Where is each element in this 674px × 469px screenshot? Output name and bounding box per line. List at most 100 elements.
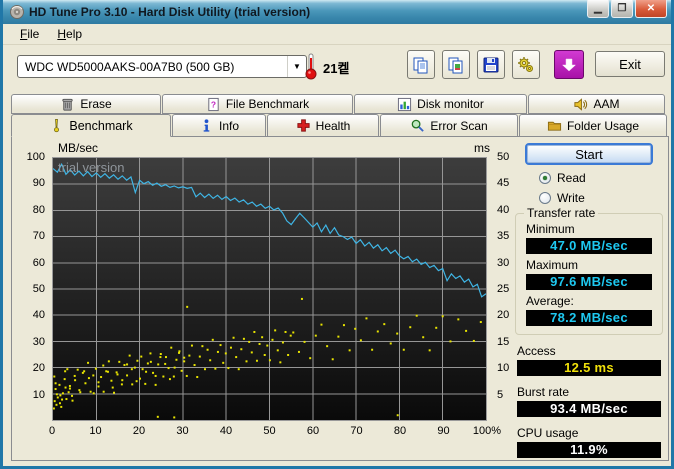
copy-text-icon <box>412 56 430 74</box>
minimum-value: 47.0 MB/sec <box>526 238 652 254</box>
minimize-button[interactable]: ▁ <box>587 0 609 18</box>
folder-icon <box>547 118 562 133</box>
copy-image-button[interactable] <box>442 50 470 79</box>
tab-erase[interactable]: Erase <box>11 94 161 114</box>
update-button[interactable] <box>554 50 584 79</box>
tab-health[interactable]: Health <box>267 114 379 137</box>
axis-tick-label: 35 <box>497 230 509 243</box>
axis-tick-label: 20 <box>497 309 509 322</box>
benchmark-panel: MB/sec ms 100908070605040302010 50454035… <box>11 136 669 461</box>
axis-tick-label: 70 <box>350 425 362 438</box>
axis-tick-label: 20 <box>133 425 145 438</box>
bar-chart-icon <box>397 97 412 112</box>
axis-tick-label: 100% <box>473 425 501 438</box>
axis-tick-label: 10 <box>497 362 509 375</box>
axis-tick-label: 0 <box>49 425 55 438</box>
tab-info[interactable]: Info <box>172 114 266 137</box>
tab-disk-monitor-label: Disk monitor <box>417 97 484 111</box>
down-arrow-icon <box>561 57 577 73</box>
tab-benchmark[interactable]: Benchmark <box>11 114 171 137</box>
file-question-icon: ? <box>206 97 221 112</box>
svg-text:?: ? <box>211 99 216 109</box>
write-radio-row[interactable]: Write <box>539 191 665 205</box>
access-label: Access <box>517 344 661 358</box>
minimum-label: Minimum <box>526 222 588 236</box>
axis-tick-label: 40 <box>220 425 232 438</box>
read-label: Read <box>557 171 586 185</box>
tab-erase-label: Erase <box>80 97 111 111</box>
cpu-usage-value: 11.9% <box>517 442 661 458</box>
axis-tick-label: 90 <box>12 177 45 190</box>
axis-tick-label: 50 <box>263 425 275 438</box>
transfer-rate-group: Transfer rate Minimum 47.0 MB/sec Maximu… <box>515 213 663 335</box>
options-button[interactable] <box>512 50 540 79</box>
write-label: Write <box>557 191 585 205</box>
burst-rate-label: Burst rate <box>517 385 661 399</box>
speaker-icon <box>573 97 588 112</box>
maximum-label: Maximum <box>526 258 588 272</box>
axis-tick-label: 50 <box>12 283 45 296</box>
average-label: Average: <box>526 294 652 308</box>
axis-tick-label: 20 <box>12 362 45 375</box>
axis-tick-label: 100 <box>12 151 45 164</box>
axis-tick-label: 10 <box>89 425 101 438</box>
axis-tick-label: 70 <box>12 230 45 243</box>
drive-select[interactable]: WDC WD5000AAKS-00A7B0 (500 GB) ▼ <box>17 55 307 78</box>
read-radio[interactable] <box>539 172 551 184</box>
maximize-button[interactable]: ❒ <box>611 0 633 18</box>
axis-tick-label: 30 <box>497 257 509 270</box>
access-value: 12.5 ms <box>517 360 661 376</box>
write-radio[interactable] <box>539 192 551 204</box>
save-button[interactable] <box>477 50 505 79</box>
tab-info-label: Info <box>219 119 239 133</box>
tab-error-scan[interactable]: Error Scan <box>380 114 518 137</box>
tab-aam[interactable]: AAM <box>528 94 665 114</box>
chart-canvas <box>53 158 486 420</box>
start-button[interactable]: Start <box>525 143 653 165</box>
titlebar: HD Tune Pro 3.10 - Hard Disk Utility (tr… <box>3 0 671 24</box>
benchmark-chart: trial version <box>52 157 487 421</box>
tab-file-benchmark[interactable]: ? File Benchmark <box>162 94 353 114</box>
y-left-axis-label: MB/sec <box>58 141 98 155</box>
tab-row-2: Benchmark Info Health Error Scan <box>11 114 668 137</box>
x-tick-labels: 0102030405060708090100% <box>52 425 497 441</box>
tab-folder-usage-label: Folder Usage <box>567 119 639 133</box>
exit-label: Exit <box>619 57 641 72</box>
menubar: File Help <box>3 24 671 45</box>
temperature-value: 21켙 <box>323 58 349 77</box>
tab-row-1: Erase ? File Benchmark Disk monitor AAM <box>11 94 666 114</box>
menu-help[interactable]: Help <box>48 25 91 43</box>
drive-select-value: WDC WD5000AAKS-00A7B0 (500 GB) <box>18 60 287 74</box>
close-button[interactable]: ✕ <box>635 0 667 18</box>
axis-tick-label: 30 <box>176 425 188 438</box>
axis-tick-label: 5 <box>497 389 503 402</box>
axis-tick-label: 25 <box>497 283 509 296</box>
maximum-value: 97.6 MB/sec <box>526 274 652 290</box>
gauge-icon <box>49 118 64 133</box>
extra-metrics: Access 12.5 ms Burst rate 93.4 MB/sec CP… <box>515 344 663 458</box>
tab-aam-label: AAM <box>593 97 619 111</box>
side-panel: Start Read Write Transfer rate Minimum 4… <box>509 137 667 462</box>
thermometer-icon <box>304 52 318 80</box>
exit-button[interactable]: Exit <box>595 51 665 77</box>
window-title: HD Tune Pro 3.10 - Hard Disk Utility (tr… <box>29 5 310 19</box>
axis-tick-label: 90 <box>437 425 449 438</box>
axis-tick-label: 80 <box>12 204 45 217</box>
toolbar: WDC WD5000AAKS-00A7B0 (500 GB) ▼ 21켙 <box>3 45 671 87</box>
save-icon <box>482 56 500 74</box>
copy-text-button[interactable] <box>407 50 435 79</box>
axis-tick-label: 10 <box>12 389 45 402</box>
read-radio-row[interactable]: Read <box>539 171 665 185</box>
tab-health-label: Health <box>316 119 351 133</box>
y-right-axis-label: ms <box>474 141 490 155</box>
red-cross-icon <box>296 118 311 133</box>
tab-disk-monitor[interactable]: Disk monitor <box>354 94 527 114</box>
menu-file[interactable]: File <box>11 25 48 43</box>
access-time-dots <box>53 298 482 418</box>
grid-lines <box>53 158 486 420</box>
axis-tick-label: 40 <box>12 309 45 322</box>
trash-icon <box>60 97 75 112</box>
start-label: Start <box>575 147 602 162</box>
tab-folder-usage[interactable]: Folder Usage <box>519 114 667 137</box>
transfer-rate-group-label: Transfer rate <box>524 206 598 220</box>
